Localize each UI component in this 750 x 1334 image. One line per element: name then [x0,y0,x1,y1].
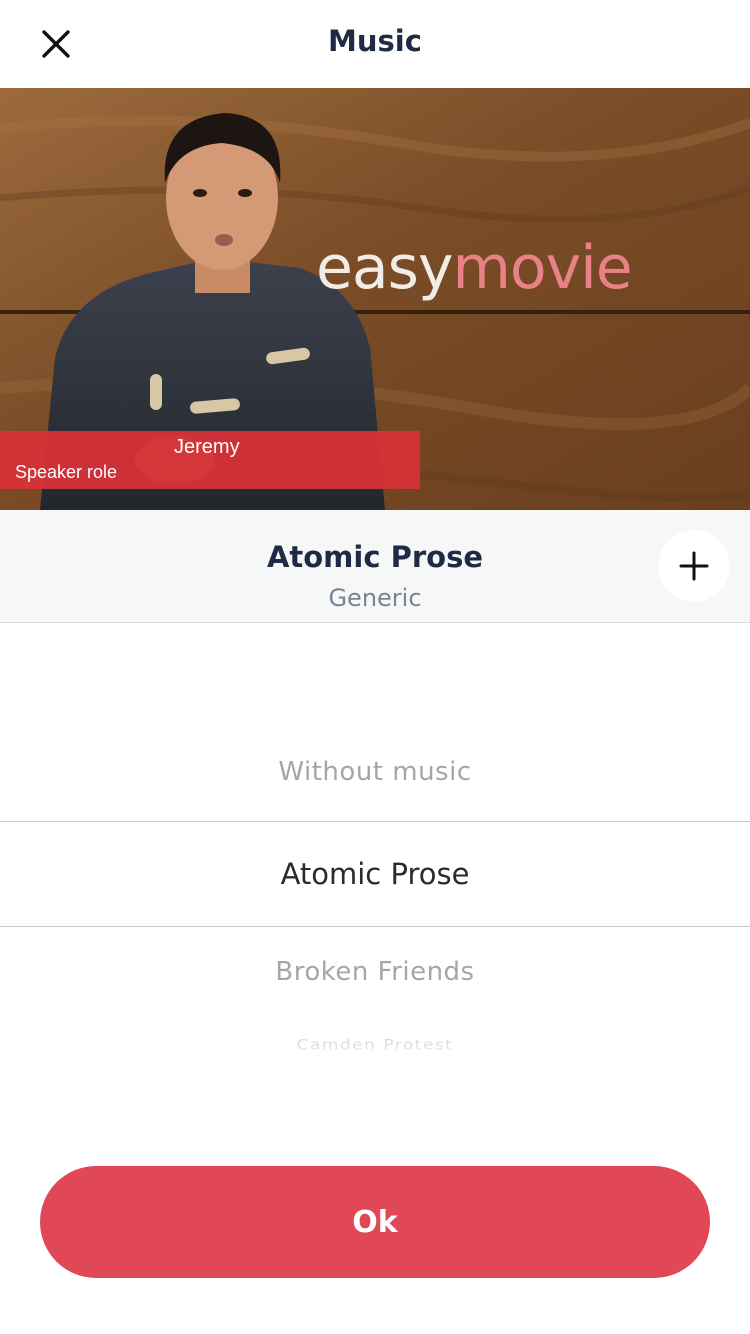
speaker-name: Jeremy [174,436,240,458]
music-picker[interactable]: Without music Atomic Prose Broken Friend… [0,623,750,1073]
video-preview[interactable]: easymovie Jeremy Speaker role [0,88,750,510]
header-bar: Music [0,0,750,88]
picker-item-without-music[interactable]: Without music [0,757,750,787]
page-title: Music [328,24,422,58]
picker-item-camden-protest[interactable]: Camden Protest [0,1037,750,1054]
speaker-role: Speaker role [15,462,118,482]
track-title: Atomic Prose [266,540,484,574]
track-genre: Generic [328,584,422,612]
picker-selection-top-line [0,821,750,822]
picker-selection-bottom-line [0,926,750,927]
add-music-button[interactable] [658,530,730,602]
picker-item-broken-friends[interactable]: Broken Friends [0,957,750,987]
ok-button[interactable]: Ok [40,1166,710,1278]
plus-icon [679,551,709,581]
selected-track-panel: Atomic Prose Generic [0,510,750,623]
easymovie-logo: easymovie [316,233,633,303]
picker-item-selected[interactable]: Atomic Prose [0,857,750,891]
speaker-lower-third: Jeremy Speaker role [0,431,420,489]
